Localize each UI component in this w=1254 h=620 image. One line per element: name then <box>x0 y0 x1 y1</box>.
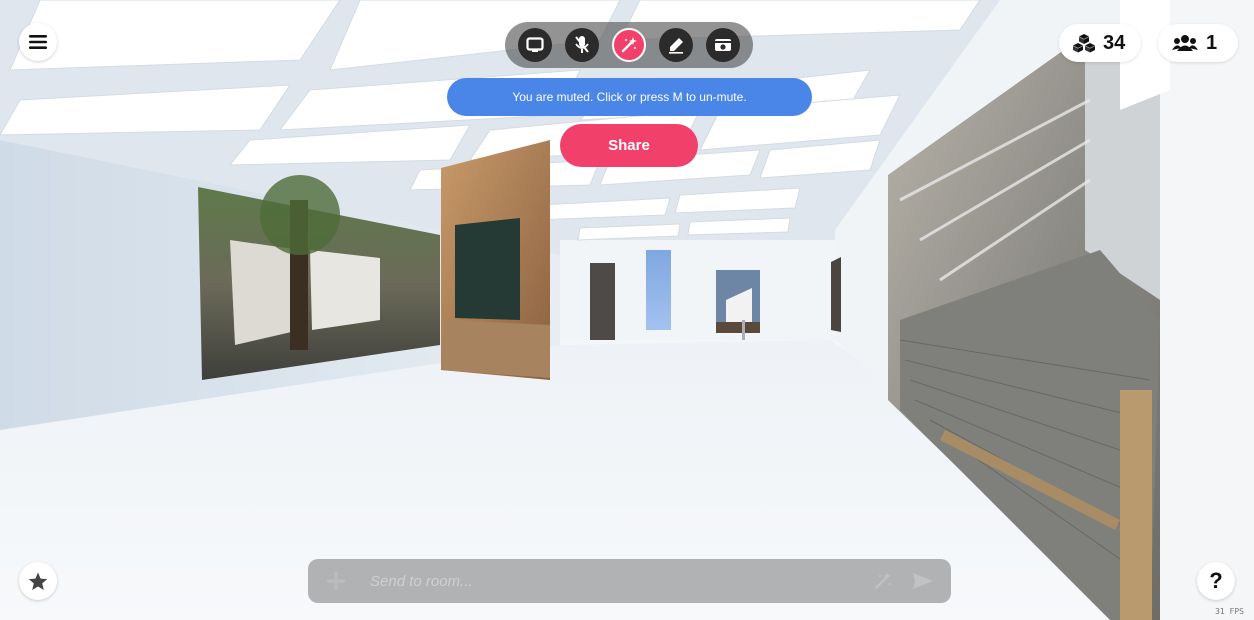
chat-create-object-button[interactable] <box>869 571 897 591</box>
hamburger-icon <box>29 35 47 49</box>
help-button[interactable]: ? <box>1197 562 1235 600</box>
fps-counter: 31 FPS <box>1215 607 1244 616</box>
add-media-button[interactable] <box>322 571 350 591</box>
objects-count: 34 <box>1103 31 1126 54</box>
users-count-button[interactable]: 1 <box>1158 24 1238 62</box>
magic-wand-icon <box>621 37 637 53</box>
objects-count-button[interactable]: 34 <box>1059 24 1141 62</box>
screen-share-button[interactable] <box>517 28 552 62</box>
users-count: 1 <box>1206 31 1218 54</box>
camera-button[interactable] <box>706 28 741 62</box>
magic-wand-icon <box>874 572 891 590</box>
mute-notification[interactable]: You are muted. Click or press M to un-mu… <box>447 78 812 116</box>
chat-input[interactable] <box>368 571 857 591</box>
panel-wood-interior <box>441 140 550 380</box>
users-icon <box>1172 35 1198 51</box>
star-icon <box>28 572 48 590</box>
favorite-button[interactable] <box>19 562 57 600</box>
painting-blue-glass <box>646 250 671 330</box>
screen-icon <box>525 37 544 52</box>
chat-bar <box>308 559 951 603</box>
top-toolbar <box>505 22 753 68</box>
send-button[interactable] <box>909 572 937 590</box>
painting-right-far <box>831 257 841 332</box>
mic-off-icon <box>575 36 589 53</box>
cubes-icon <box>1073 34 1095 53</box>
share-button[interactable]: Share <box>560 124 698 167</box>
painting-small-dark <box>590 263 615 340</box>
painting-white-building <box>716 270 760 333</box>
magic-wand-button[interactable] <box>611 28 646 62</box>
pen-button[interactable] <box>659 28 694 62</box>
pen-icon <box>669 38 684 54</box>
send-icon <box>913 573 933 589</box>
plus-icon <box>327 572 345 590</box>
camera-icon <box>715 39 732 51</box>
menu-button[interactable] <box>19 23 57 61</box>
microphone-button[interactable] <box>564 28 599 62</box>
